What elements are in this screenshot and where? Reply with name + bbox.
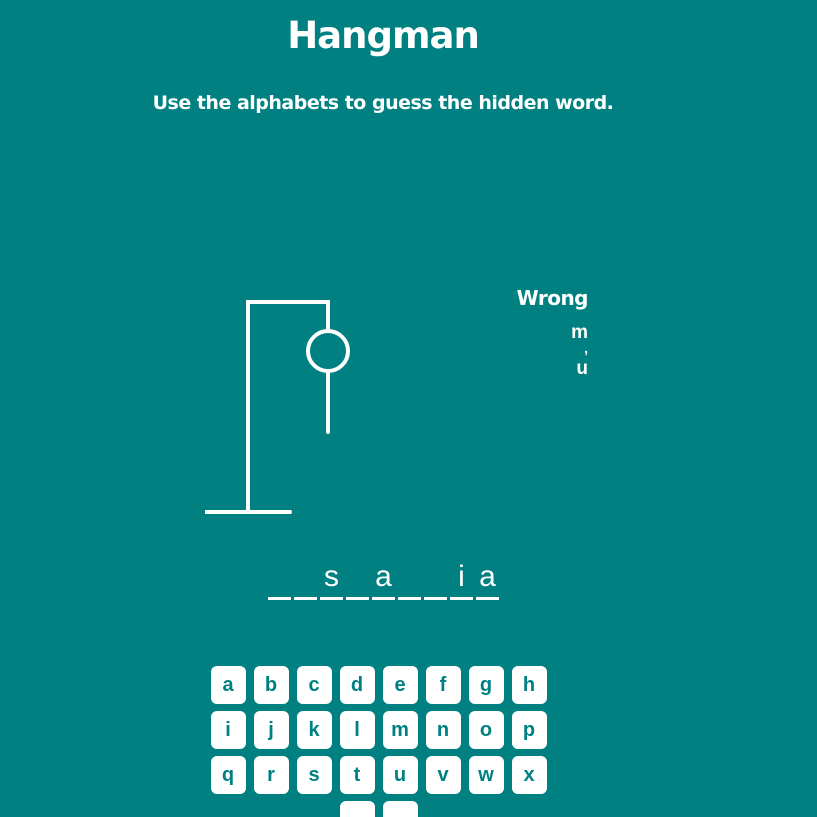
keyboard-row: i j k l m n o p bbox=[200, 711, 557, 749]
letter-slot: a bbox=[372, 558, 395, 600]
letter-key-m[interactable]: m bbox=[382, 711, 418, 749]
letter-key-e[interactable]: e bbox=[382, 666, 418, 704]
letter-key-b[interactable]: b bbox=[253, 666, 289, 704]
letter-key-a[interactable]: a bbox=[210, 666, 246, 704]
wrong-guesses-panel: Wrong m , u bbox=[500, 284, 589, 380]
wrong-guesses-title: Wrong bbox=[516, 286, 589, 310]
letter-key-w[interactable]: w bbox=[468, 756, 504, 794]
letter-slot bbox=[424, 558, 447, 600]
letter-key-p[interactable]: p bbox=[511, 711, 547, 749]
letter-key-u[interactable]: u bbox=[382, 756, 418, 794]
wrong-letter-separator: , bbox=[584, 340, 588, 356]
letter-key-r[interactable]: r bbox=[253, 756, 289, 794]
letter-key-i[interactable]: i bbox=[210, 711, 246, 749]
letter-key-k[interactable]: k bbox=[296, 711, 332, 749]
letter-key-n[interactable]: n bbox=[425, 711, 461, 749]
letter-key-d[interactable]: d bbox=[339, 666, 375, 704]
letter-key-f[interactable]: f bbox=[425, 666, 461, 704]
letter-key-v[interactable]: v bbox=[425, 756, 461, 794]
keyboard-row bbox=[200, 801, 557, 817]
letter-key-c[interactable]: c bbox=[296, 666, 332, 704]
letter-key-l[interactable]: l bbox=[339, 711, 375, 749]
letter-key-q[interactable]: q bbox=[210, 756, 246, 794]
letter-key-s[interactable]: s bbox=[296, 756, 332, 794]
hangman-drawing bbox=[205, 300, 350, 514]
letter-slot: a bbox=[476, 558, 499, 600]
letter-key-g[interactable]: g bbox=[468, 666, 504, 704]
letter-slot: s bbox=[320, 558, 343, 600]
letter-slot bbox=[398, 558, 421, 600]
keyboard-row: a b c d e f g h bbox=[200, 666, 557, 704]
letter-key-x[interactable]: x bbox=[511, 756, 547, 794]
letter-keyboard: a b c d e f g h i j k l m n o p q r s t … bbox=[200, 666, 557, 817]
keyboard-row: q r s t u v w x bbox=[200, 756, 557, 794]
letter-slot bbox=[346, 558, 369, 600]
letter-key-z[interactable] bbox=[382, 801, 418, 817]
hidden-word: s a i a bbox=[268, 558, 499, 600]
letter-key-o[interactable]: o bbox=[468, 711, 504, 749]
letter-key-y[interactable] bbox=[339, 801, 375, 817]
page-title: Hangman bbox=[287, 14, 480, 57]
letter-slot bbox=[294, 558, 317, 600]
hangman-head bbox=[306, 329, 350, 373]
letter-slot bbox=[268, 558, 291, 600]
letter-key-h[interactable]: h bbox=[511, 666, 547, 704]
wrong-letter: m bbox=[571, 322, 588, 343]
letter-key-j[interactable]: j bbox=[253, 711, 289, 749]
letter-slot: i bbox=[450, 558, 473, 600]
letter-key-t[interactable]: t bbox=[339, 756, 375, 794]
game-instructions: Use the alphabets to guess the hidden wo… bbox=[152, 92, 614, 114]
wrong-letter: u bbox=[576, 358, 588, 379]
